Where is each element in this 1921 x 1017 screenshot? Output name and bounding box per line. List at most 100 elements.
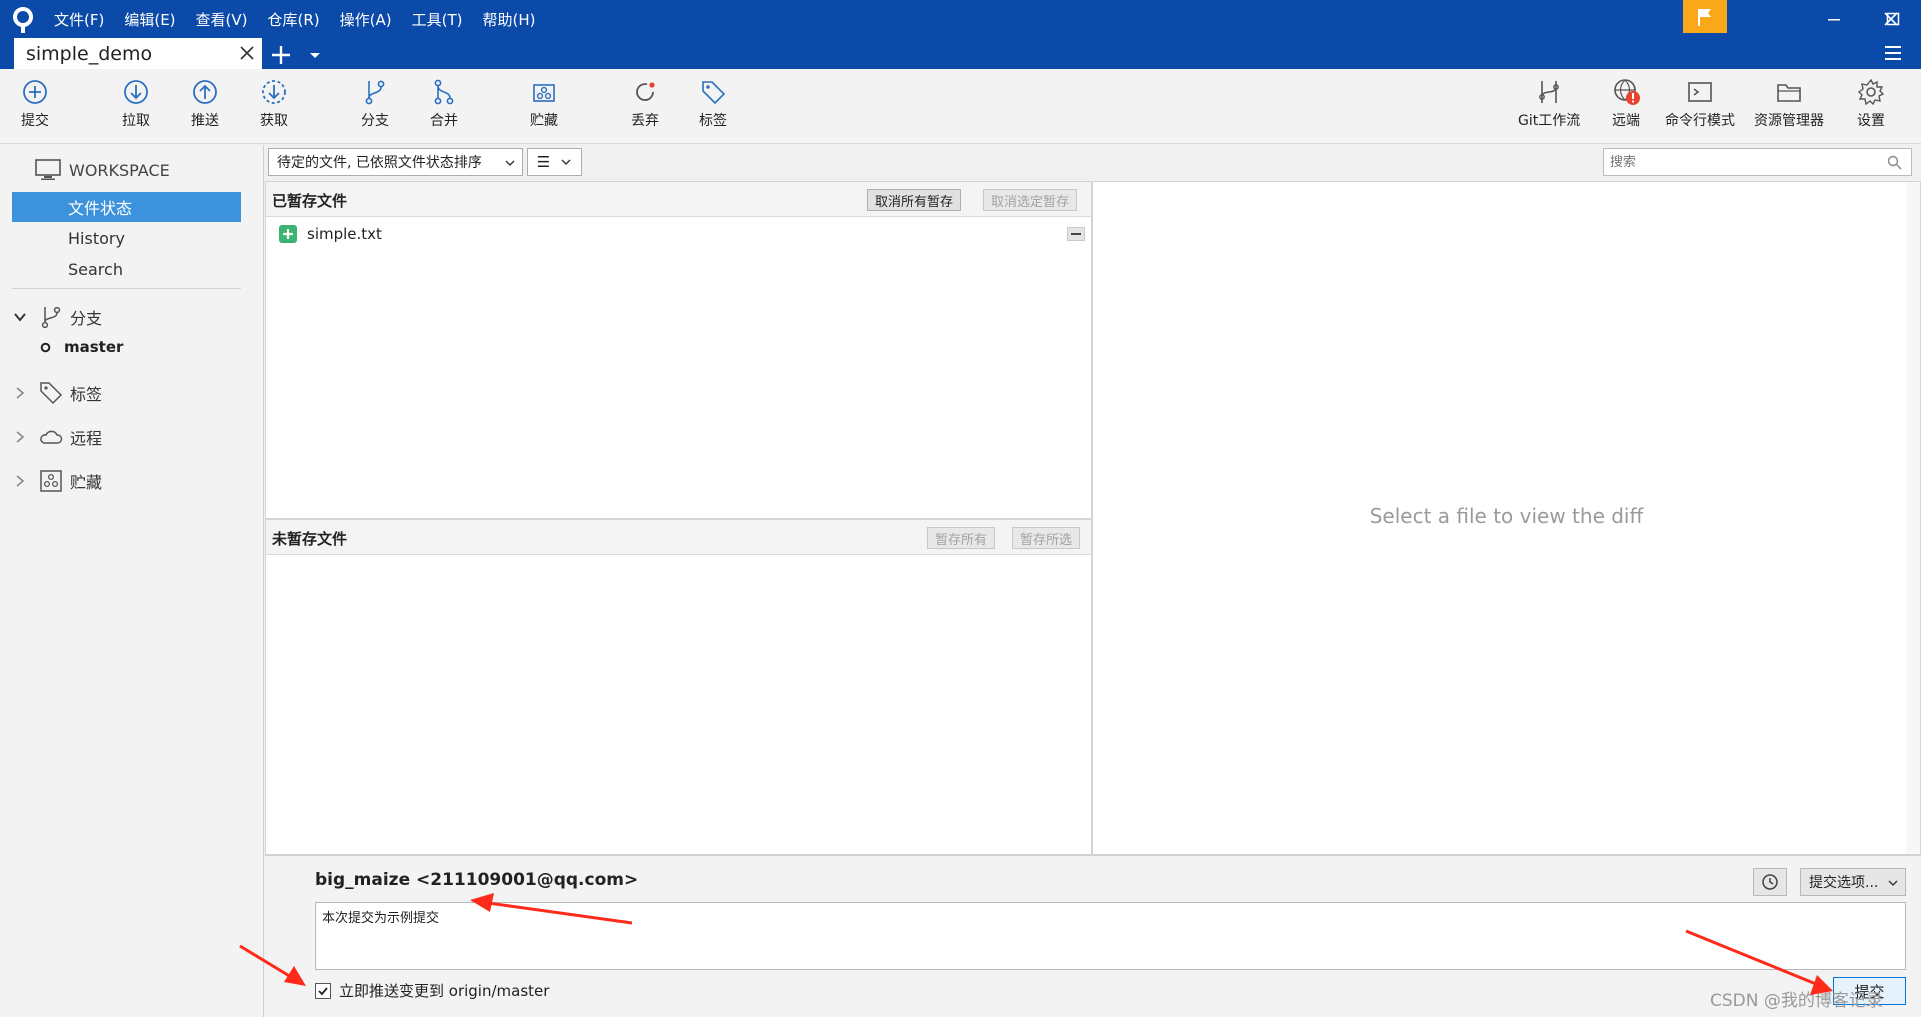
stash-toolbar-button[interactable]: 贮藏 [529,77,559,139]
unstaged-files-title: 未暂存文件 [272,530,348,548]
chevron-down-icon [1888,880,1898,886]
flag-icon [1698,8,1711,26]
menu-tools[interactable]: 工具(T) [412,9,463,30]
tag-icon [40,382,63,405]
terminal-icon [1688,82,1712,102]
hamburger-menu-icon[interactable] [1882,42,1904,64]
current-branch-dot-icon [40,342,51,352]
close-window-button[interactable] [1861,0,1921,38]
stage-selected-button[interactable]: 暂存所选 [1012,527,1081,549]
chevron-right-icon[interactable] [12,385,28,401]
search-input[interactable] [1603,148,1912,176]
stash-box-icon [40,470,62,492]
sidebar-group-tags[interactable]: 标签 [12,378,102,408]
commit-area: big_maize <211109001@qq.com> 提交选项... 立即推… [265,855,1921,1017]
sidebar-divider [12,288,241,289]
chevron-right-icon[interactable] [12,429,28,445]
branch-icon [41,306,61,329]
sidebar-group-remotes[interactable]: 远程 [12,422,102,452]
list-view-icon: ☰ [536,153,551,171]
close-icon [1884,12,1898,26]
terminal-toolbar-button[interactable]: 命令行模式 [1665,77,1735,139]
tab-list-chevron-icon[interactable] [308,48,322,62]
tag-icon [702,81,726,105]
folder-icon [1777,84,1801,102]
tag-toolbar-button[interactable]: 标签 [698,77,728,139]
unstage-file-button[interactable] [1067,227,1085,241]
remote-toolbar-button[interactable]: 远端 [1611,77,1641,139]
new-tab-plus-icon[interactable] [268,42,294,68]
pull-toolbar-button[interactable]: 拉取 [121,77,151,139]
sidebar-group-branches[interactable]: 分支 [12,302,102,332]
tab-close-icon[interactable] [238,44,256,62]
menu-view[interactable]: 查看(V) [196,9,248,30]
menu-bar: 文件(F) 编辑(E) 查看(V) 仓库(R) 操作(A) 工具(T) 帮助(H… [54,0,555,38]
commit-toolbar-button[interactable]: 提交 [20,77,50,139]
unstage-all-button[interactable]: 取消所有暂存 [867,189,962,211]
commit-message-input[interactable] [315,902,1906,970]
staged-files-header: 已暂存文件 取消所有暂存 取消选定暂存 [266,182,1091,217]
file-added-icon [279,225,297,243]
toolbar: 提交 拉取 推送 获取 分支 合并 贮藏 丢弃 标签 Git工作流 远端 命令行… [0,69,1921,144]
discard-refresh-icon [636,82,655,101]
fetch-toolbar-button[interactable]: 获取 [259,77,289,139]
view-mode-dropdown[interactable]: ☰ [527,148,582,176]
globe-alert-icon [1614,79,1640,105]
sidebar-item-search[interactable]: Search [12,254,241,284]
sidebar-item-history[interactable]: History [12,223,241,253]
push-immediately-option[interactable]: 立即推送变更到 origin/master [315,980,549,1001]
stash-box-icon [533,84,555,102]
minimize-icon [1828,19,1840,21]
menu-actions[interactable]: 操作(A) [340,9,392,30]
unstaged-files-header: 未暂存文件 暂存所有 暂存所选 [266,520,1091,555]
push-immediately-checkbox[interactable] [315,982,331,999]
workspace-header: WORKSPACE [35,159,170,181]
tab-simple-demo[interactable]: simple_demo [14,38,262,69]
push-immediately-label: 立即推送变更到 origin/master [339,982,550,1000]
sidebar-item-file-status[interactable]: 文件状态 [12,192,241,222]
file-filter-bar: 待定的文件, 已依照文件状态排序 ☰ [265,145,1921,181]
file-sort-label: 待定的文件, 已依照文件状态排序 [277,155,482,171]
staged-file-name: simple.txt [307,225,382,243]
menu-help[interactable]: 帮助(H) [482,9,535,30]
gitflow-icon [1539,81,1560,103]
diff-placeholder-text: Select a file to view the diff [1369,504,1644,528]
explorer-toolbar-button[interactable]: 资源管理器 [1754,77,1824,139]
minus-icon [1071,233,1081,235]
commit-history-button[interactable] [1753,868,1787,896]
menu-edit[interactable]: 编辑(E) [124,9,175,30]
sidebar-item-branch-master[interactable]: master [40,338,123,356]
commit-options-dropdown[interactable]: 提交选项... [1800,868,1906,896]
push-toolbar-button[interactable]: 推送 [190,77,220,139]
minimize-button[interactable] [1804,0,1864,38]
sidebar: WORKSPACE 文件状态 History Search 分支 master … [0,145,264,1017]
clock-icon [1762,874,1778,890]
plus-circle-icon [23,80,47,104]
checkmark-icon [318,986,328,995]
chevron-down-icon[interactable] [12,309,28,325]
watermark-text: CSDN @我的博客记录 [1710,991,1883,1011]
settings-toolbar-button[interactable]: 设置 [1856,77,1886,139]
unstage-selected-button[interactable]: 取消选定暂存 [983,189,1078,211]
menu-repository[interactable]: 仓库(R) [268,9,320,30]
arrow-up-circle-icon [193,80,217,104]
staged-files-pane: 已暂存文件 取消所有暂存 取消选定暂存 simple.txt [265,181,1092,519]
sourcetree-logo-icon [13,7,33,33]
staged-file-row[interactable]: simple.txt [266,220,1091,248]
menu-file[interactable]: 文件(F) [54,9,104,30]
fetch-dashed-circle-icon [262,80,286,104]
sidebar-group-stashes[interactable]: 贮藏 [12,466,102,496]
search-icon[interactable] [1887,155,1902,170]
staged-files-title: 已暂存文件 [272,192,348,210]
stage-all-button[interactable]: 暂存所有 [927,527,996,549]
chevron-right-icon[interactable] [12,473,28,489]
discard-toolbar-button[interactable]: 丢弃 [630,77,660,139]
diff-scrollbar[interactable] [1906,182,1920,854]
commit-author: big_maize <211109001@qq.com> [315,870,639,890]
file-sort-dropdown[interactable]: 待定的文件, 已依照文件状态排序 [268,148,523,176]
branch-toolbar-button[interactable]: 分支 [360,77,390,139]
notification-flag-button[interactable] [1683,0,1727,33]
unstaged-files-pane: 未暂存文件 暂存所有 暂存所选 [265,519,1092,855]
gitflow-toolbar-button[interactable]: Git工作流 [1518,77,1580,139]
merge-toolbar-button[interactable]: 合并 [429,77,459,139]
